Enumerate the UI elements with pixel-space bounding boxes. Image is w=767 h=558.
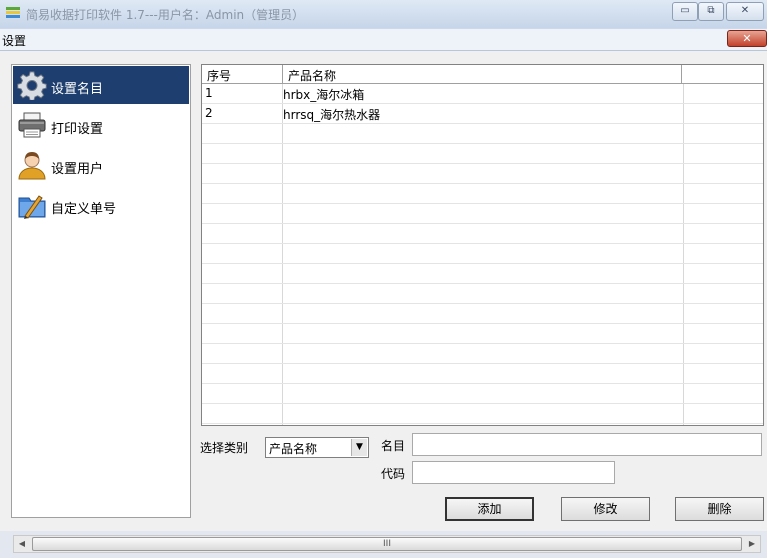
minimize-icon: ▭ — [680, 5, 690, 16]
window-close-button[interactable]: ✕ — [726, 2, 764, 21]
table-row-empty — [202, 164, 763, 184]
app-icon — [6, 7, 20, 20]
close-icon: ✕ — [742, 32, 752, 45]
items-grid[interactable]: 序号 产品名称 1 hrbx_海尔冰箱 2 hrrsq_海尔热水器 — [201, 64, 764, 426]
name-field[interactable] — [412, 433, 762, 456]
client-area: 设置名目 打印设置 设置用户 自定义单号 序号 产品名称 1 hrbx_海尔冰箱… — [0, 51, 767, 531]
cell-name: hrrsq_海尔热水器 — [283, 108, 381, 122]
table-row-empty — [202, 224, 763, 244]
nav-item-label: 设置名目 — [51, 82, 104, 97]
grid-header: 序号 产品名称 — [202, 65, 763, 84]
nav-item-print-settings[interactable]: 打印设置 — [13, 106, 189, 144]
settings-nav: 设置名目 打印设置 设置用户 自定义单号 — [11, 64, 191, 518]
dialog-title-bar: 设置 — [0, 29, 767, 51]
cell-no: 1 — [205, 86, 213, 100]
table-row-empty — [202, 304, 763, 324]
table-row-empty — [202, 364, 763, 384]
category-select[interactable]: 产品名称 ▼ — [265, 437, 369, 458]
grip-icon: III — [383, 539, 391, 549]
code-field[interactable] — [412, 461, 615, 484]
name-label: 名目 — [381, 439, 406, 453]
table-row[interactable]: 1 hrbx_海尔冰箱 — [202, 84, 763, 104]
printer-icon — [17, 110, 47, 140]
window-title: 简易收据打印软件 1.7---用户名：Admin（管理员） — [26, 8, 305, 22]
edit-button[interactable]: 修改 — [561, 497, 650, 521]
horizontal-scrollbar[interactable]: ◀ III ▶ — [13, 535, 761, 553]
category-select-value: 产品名称 — [269, 442, 318, 456]
scrollbar-thumb[interactable]: III — [32, 537, 742, 551]
table-row-empty — [202, 184, 763, 204]
add-button[interactable]: 添加 — [445, 497, 534, 521]
cell-name: hrbx_海尔冰箱 — [283, 88, 365, 102]
table-row-empty — [202, 404, 763, 424]
table-row-empty — [202, 144, 763, 164]
scroll-left-icon[interactable]: ◀ — [14, 536, 30, 551]
table-row[interactable]: 2 hrrsq_海尔热水器 — [202, 104, 763, 124]
delete-button[interactable]: 删除 — [675, 497, 764, 521]
title-bar: 简易收据打印软件 1.7---用户名：Admin（管理员） ▭ ⧉ ✕ — [0, 0, 767, 28]
restore-icon: ⧉ — [707, 5, 715, 16]
nav-item-set-items[interactable]: 设置名目 — [13, 66, 189, 104]
table-row-empty — [202, 124, 763, 144]
table-row-empty — [202, 284, 763, 304]
pen-folder-icon — [17, 190, 47, 220]
table-row-empty — [202, 204, 763, 224]
cell-no: 2 — [205, 106, 213, 120]
close-icon: ✕ — [740, 5, 750, 16]
chevron-down-icon[interactable]: ▼ — [351, 439, 367, 456]
table-row-empty — [202, 344, 763, 364]
nav-item-label: 设置用户 — [51, 162, 104, 177]
dialog-close-button[interactable]: ✕ — [727, 30, 767, 47]
column-header-no[interactable]: 序号 — [207, 67, 231, 84]
minimize-button[interactable]: ▭ — [672, 2, 698, 21]
dialog-title: 设置 — [2, 34, 27, 48]
nav-item-label: 打印设置 — [51, 122, 104, 137]
gear-icon — [17, 70, 47, 101]
user-icon — [17, 150, 47, 180]
scroll-right-icon[interactable]: ▶ — [744, 536, 760, 551]
column-header-name[interactable]: 产品名称 — [288, 67, 336, 84]
restore-button[interactable]: ⧉ — [698, 2, 724, 21]
table-row-empty — [202, 244, 763, 264]
nav-item-custom-number[interactable]: 自定义单号 — [13, 186, 189, 224]
table-row-empty — [202, 324, 763, 344]
nav-item-label: 自定义单号 — [51, 202, 117, 217]
table-row-empty — [202, 264, 763, 284]
table-row-empty — [202, 384, 763, 404]
nav-item-set-users[interactable]: 设置用户 — [13, 146, 189, 184]
category-label: 选择类别 — [200, 441, 249, 455]
code-label: 代码 — [381, 467, 406, 481]
